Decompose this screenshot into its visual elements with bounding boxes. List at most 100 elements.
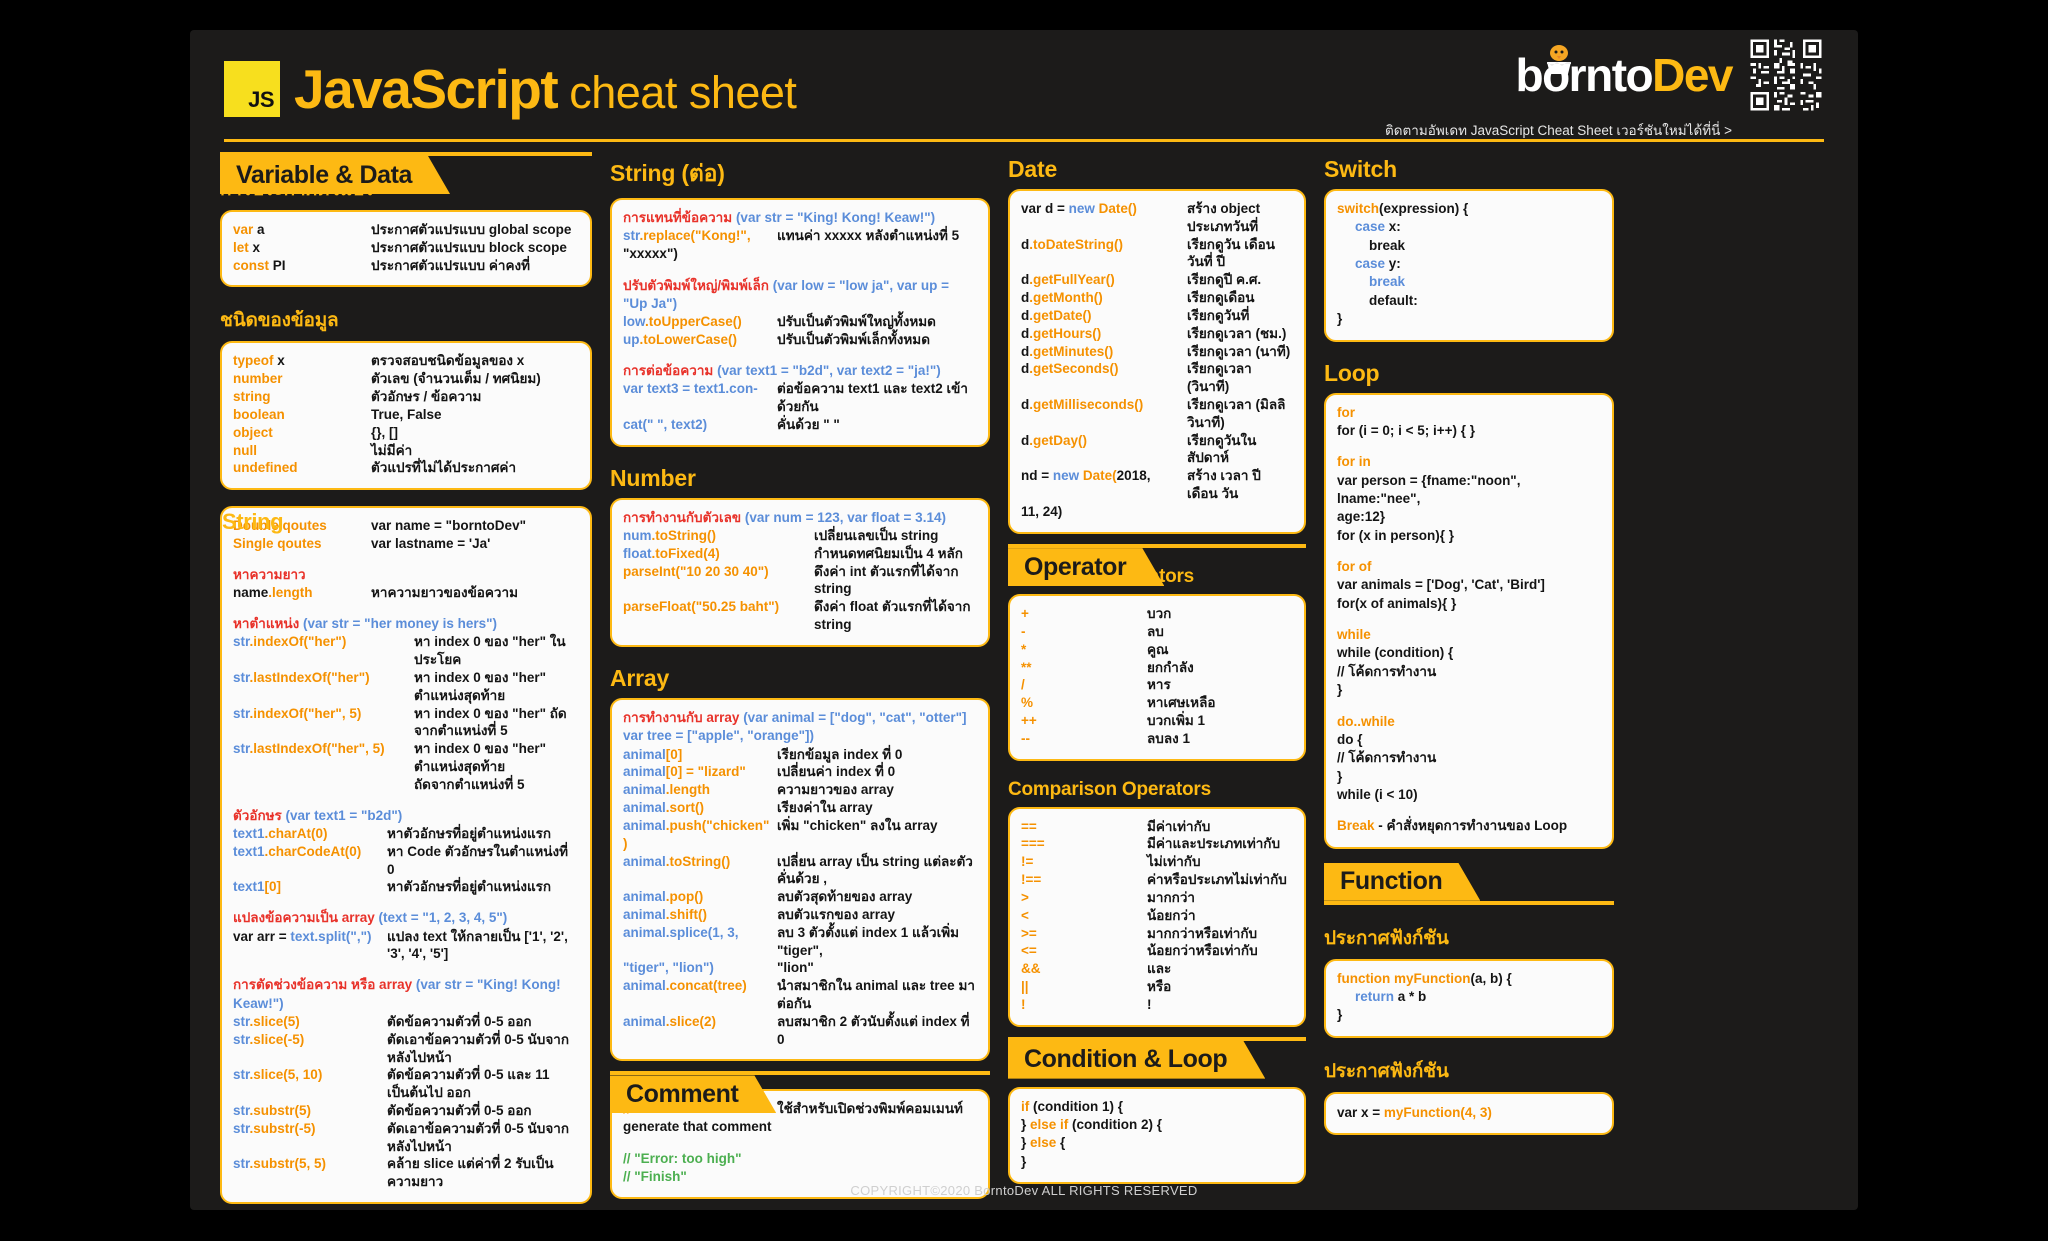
object: str bbox=[233, 1013, 250, 1029]
loop-spacer bbox=[1337, 613, 1601, 626]
type-row: number ตัวเลข (จำนวนเต็ม / ทศนิยม) bbox=[233, 370, 579, 388]
row-key: && bbox=[1021, 960, 1141, 978]
row-desc: เรียกดูวันที่ bbox=[1187, 307, 1250, 323]
arithmetic-row: / หาร bbox=[1021, 676, 1293, 694]
card-arithmetic-operators: + บวก - ลบ * คูณ ** ยกกำลัง / หาร% หาเศษเหลือ ++ บวก… bbox=[1008, 594, 1306, 761]
card-loop: for for (i = 0; i < 5; i++) { } for in var … bbox=[1324, 392, 1614, 849]
loop-code-line: var person = {fname:"noon", lname:"nee", bbox=[1337, 472, 1521, 506]
assignment: var arr = bbox=[233, 928, 291, 944]
code-token: (condition 1) { bbox=[1029, 1098, 1123, 1114]
row-key: d.getFullYear() bbox=[1021, 271, 1181, 289]
arithmetic-row: -- ลบลง 1 bbox=[1021, 730, 1293, 748]
method: .slice(2) bbox=[665, 1013, 717, 1029]
comparison-row: && และ bbox=[1021, 960, 1293, 978]
date-row: d.getFullYear() เรียกดูปี ค.ศ. bbox=[1021, 271, 1293, 289]
array-splice-row: animal.splice(1, 3, ลบ 3 ตัวตั้งแต่ inde… bbox=[623, 924, 977, 960]
identifier: PI bbox=[269, 257, 286, 273]
row-key: ** bbox=[1021, 659, 1141, 677]
object: str bbox=[233, 1031, 250, 1047]
card-string: Double qoutes var name = "borntoDev" Singl… bbox=[220, 506, 592, 1205]
row-key: var d = new Date() bbox=[1021, 200, 1181, 218]
slice-row: str.slice(5) ตัดข้อความตัวที่ 0-5 ออก bbox=[233, 1013, 579, 1031]
row-desc: ลบตัวแรกของ array bbox=[777, 906, 896, 922]
row-key: boolean bbox=[233, 406, 365, 424]
code-token: (condition 2) { bbox=[1068, 1116, 1163, 1132]
method: .charAt(0) bbox=[264, 825, 328, 841]
row-desc: ตรวจสอบชนิดข้อมูลของ x bbox=[371, 353, 525, 369]
switch-line: switch(expression) { bbox=[1337, 200, 1601, 218]
method: .slice(5) bbox=[249, 1013, 300, 1029]
loop-code-line: for (x in person){ } bbox=[1337, 527, 1455, 543]
method: .getMinutes() bbox=[1029, 343, 1114, 359]
operator: === bbox=[1021, 836, 1045, 852]
keyword: function bbox=[1337, 970, 1394, 986]
comparison-row: != ไม่เท่ากับ bbox=[1021, 853, 1293, 871]
replace-row-cont: "xxxxx") bbox=[623, 246, 678, 262]
row-key: < bbox=[1021, 907, 1141, 925]
type-row: boolean True, False bbox=[233, 406, 579, 424]
code-token: break bbox=[1369, 237, 1406, 253]
loop-code-line: } bbox=[1337, 682, 1343, 698]
row-key: str.substr(-5) bbox=[233, 1120, 381, 1138]
switch-line: break bbox=[1337, 273, 1601, 291]
row-desc: หาร bbox=[1147, 677, 1171, 693]
number-row: num.toString() เปลี่ยนเลขเป็น string bbox=[623, 527, 977, 545]
heading-array-sub: การทำงานกับ array (var animal = ["dog", … bbox=[623, 709, 967, 725]
row-desc: var lastname = 'Ja' bbox=[371, 535, 491, 551]
tagline-text: ติดตามอัพเดท JavaScript Cheat Sheet เวอร… bbox=[1384, 123, 1732, 138]
method: .lastIndexOf("her") bbox=[249, 669, 370, 685]
row-key: == bbox=[1021, 818, 1141, 836]
object: animal bbox=[623, 764, 666, 780]
array-row: animal[0] เรียกข้อมูล index ที่ 0 bbox=[623, 746, 977, 764]
operator: >= bbox=[1021, 925, 1037, 941]
comparison-row: === มีค่าและประเภทเท่ากับ bbox=[1021, 835, 1293, 853]
method: parseFloat("50.25 baht") bbox=[623, 599, 780, 615]
row-desc: หา index 0 ของ "her" ในประโยค bbox=[414, 634, 566, 668]
ifelse-line: } else if (condition 2) { bbox=[1021, 1116, 1293, 1134]
operator: > bbox=[1021, 889, 1029, 905]
row-desc: ดึงค่า int ตัวแรกที่ได้จาก string bbox=[814, 563, 959, 597]
date-row: d.getMonth() เรียกดูเดือน bbox=[1021, 289, 1293, 307]
row-desc: ค่าหรือประเภทไม่เท่ากับ bbox=[1147, 872, 1287, 888]
function-name: myFunction bbox=[1394, 970, 1471, 986]
banner-label-comment: Comment bbox=[610, 1075, 776, 1113]
row-desc: ยกกำลัง bbox=[1147, 659, 1194, 675]
comparison-row: <= น้อยกว่าหรือเท่ากับ bbox=[1021, 942, 1293, 960]
object: var d = bbox=[1021, 201, 1069, 216]
row-key: const PI bbox=[233, 257, 365, 275]
switch-line: case x: bbox=[1337, 218, 1601, 236]
row-key: float.toFixed(4) bbox=[623, 545, 808, 563]
row-desc: ต่อข้อความ text1 และ text2 เข้าด้วยกัน bbox=[777, 381, 968, 415]
column-1: Variable & Data การประกาศตัวแปร var aประ… bbox=[220, 152, 592, 1205]
code-token: (expression) { bbox=[1379, 201, 1469, 216]
length-row: name.length หาความยาวของข้อความ bbox=[233, 584, 579, 602]
loop-code-line: for (i = 0; i < 5; i++) { } bbox=[1337, 422, 1476, 438]
row-key: var arr = text.split(",") bbox=[233, 928, 381, 946]
slice-row: str.substr(-5) ตัดเอาข้อความตัวที่ 0-5 นั… bbox=[233, 1120, 579, 1156]
row-key: str.slice(5, 10) bbox=[233, 1066, 381, 1084]
row-desc: ลบตัวสุดท้ายของ array bbox=[777, 889, 913, 905]
object: animal bbox=[623, 853, 666, 869]
row-desc: แปลง text ให้กลายเป็น ['1', '2', '3', '4… bbox=[387, 928, 568, 962]
comment-desc: ใช้สำหรับเปิดช่วงพิมพ์คอมเมนท์ bbox=[777, 1101, 963, 1117]
code: var text3 = text1.con- bbox=[623, 381, 758, 397]
char-row: text1.charCodeAt(0) หา Code ตัวอักษรในตำแ… bbox=[233, 843, 579, 879]
array-context-line2: var tree = ["apple", "orange"]) bbox=[623, 728, 815, 744]
row-key: str.substr(5) bbox=[233, 1102, 381, 1120]
row-desc: หา index 0 ของ "her" ตำแหน่งสุดท้าย bbox=[414, 741, 546, 774]
row-desc: ตัวอักษร / ข้อความ bbox=[371, 389, 482, 405]
row-key: !== bbox=[1021, 871, 1141, 889]
row-desc: ลบลง 1 bbox=[1147, 730, 1190, 746]
keyword: case bbox=[1355, 256, 1386, 272]
row-key: number bbox=[233, 370, 365, 388]
type-name: boolean bbox=[233, 406, 285, 422]
ifelse-line: } else { bbox=[1021, 1134, 1293, 1152]
switch-line: } bbox=[1337, 310, 1601, 328]
method: .slice(5, 10) bbox=[249, 1067, 323, 1083]
card-function-call: var x = myFunction(4, 3) bbox=[1324, 1091, 1614, 1136]
row-desc: เปลี่ยนค่า index ที่ 0 bbox=[777, 764, 896, 780]
row-desc: ไม่เท่ากับ bbox=[1147, 854, 1201, 870]
type-row: undefined ตัวแปรที่ไม่ได้ประกาศค่า bbox=[233, 459, 579, 477]
method: .pop() bbox=[665, 889, 704, 905]
loop-code-line: // โค้ดการทำงาน bbox=[1337, 750, 1437, 766]
